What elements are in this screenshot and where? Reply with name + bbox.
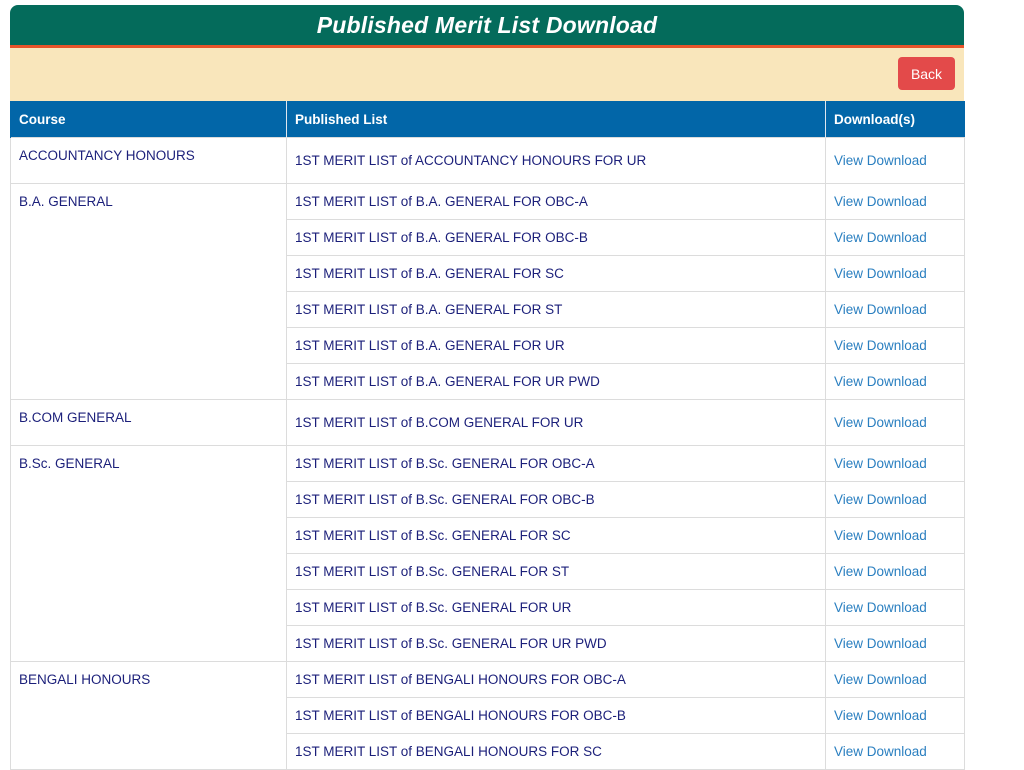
download-cell: View Download xyxy=(825,589,965,626)
column-header-published-list: Published List xyxy=(286,101,826,138)
download-cell: View Download xyxy=(825,327,965,364)
view-download-link[interactable]: View Download xyxy=(834,415,927,430)
table-header-row: Course Published List Download(s) xyxy=(10,101,965,138)
download-cell: View Download xyxy=(825,625,965,662)
download-cell: View Download xyxy=(825,661,965,698)
merit-list-table: Course Published List Download(s) ACCOUN… xyxy=(10,101,965,770)
view-download-link[interactable]: View Download xyxy=(834,672,927,687)
course-cell: B.Sc. GENERAL xyxy=(10,445,287,662)
table-body: ACCOUNTANCY HONOURS 1ST MERIT LIST of ACC… xyxy=(10,137,965,770)
view-download-link[interactable]: View Download xyxy=(834,708,927,723)
merit-list-panel: Published Merit List Download Back Cours… xyxy=(10,5,965,770)
published-list-cell: 1ST MERIT LIST of B.A. GENERAL FOR UR PW… xyxy=(286,363,826,400)
course-cell: B.A. GENERAL xyxy=(10,183,287,400)
download-cell: View Download xyxy=(825,363,965,400)
view-download-link[interactable]: View Download xyxy=(834,302,927,317)
table-row: BENGALI HONOURS 1ST MERIT LIST of BENGALI… xyxy=(10,661,965,770)
download-cell: View Download xyxy=(825,137,965,184)
action-bar: Back xyxy=(10,48,964,101)
published-list-cell: 1ST MERIT LIST of BENGALI HONOURS FOR SC xyxy=(286,733,826,770)
column-header-downloads: Download(s) xyxy=(825,101,965,138)
published-list-cell: 1ST MERIT LIST of BENGALI HONOURS FOR OB… xyxy=(286,697,826,734)
published-list-cell: 1ST MERIT LIST of B.COM GENERAL FOR UR xyxy=(286,399,826,446)
download-cell: View Download xyxy=(825,255,965,292)
view-download-link[interactable]: View Download xyxy=(834,153,927,168)
view-download-link[interactable]: View Download xyxy=(834,194,927,209)
published-list-cell: 1ST MERIT LIST of B.A. GENERAL FOR OBC-B xyxy=(286,219,826,256)
view-download-link[interactable]: View Download xyxy=(834,456,927,471)
page-title: Published Merit List Download xyxy=(316,11,658,38)
view-download-link[interactable]: View Download xyxy=(834,374,927,389)
view-download-link[interactable]: View Download xyxy=(834,528,927,543)
published-list-cell: 1ST MERIT LIST of B.Sc. GENERAL FOR OBC-… xyxy=(286,445,826,482)
download-cell: View Download xyxy=(825,291,965,328)
published-list-cell: 1ST MERIT LIST of ACCOUNTANCY HONOURS FO… xyxy=(286,137,826,184)
published-list-cell: 1ST MERIT LIST of BENGALI HONOURS FOR OB… xyxy=(286,661,826,698)
view-download-link[interactable]: View Download xyxy=(834,266,927,281)
view-download-link[interactable]: View Download xyxy=(834,636,927,651)
published-list-cell: 1ST MERIT LIST of B.Sc. GENERAL FOR UR xyxy=(286,589,826,626)
table-row: B.Sc. GENERAL 1ST MERIT LIST of B.Sc. GEN… xyxy=(10,445,965,662)
published-list-cell: 1ST MERIT LIST of B.Sc. GENERAL FOR SC xyxy=(286,517,826,554)
table-row: B.A. GENERAL 1ST MERIT LIST of B.A. GENER… xyxy=(10,183,965,400)
download-cell: View Download xyxy=(825,517,965,554)
table-row: B.COM GENERAL 1ST MERIT LIST of B.COM GEN… xyxy=(10,399,965,446)
published-list-cell: 1ST MERIT LIST of B.Sc. GENERAL FOR OBC-… xyxy=(286,481,826,518)
course-cell: ACCOUNTANCY HONOURS xyxy=(10,137,287,184)
table-row: ACCOUNTANCY HONOURS 1ST MERIT LIST of ACC… xyxy=(10,137,965,184)
course-cell: B.COM GENERAL xyxy=(10,399,287,446)
download-cell: View Download xyxy=(825,733,965,770)
download-cell: View Download xyxy=(825,183,965,220)
published-list-cell: 1ST MERIT LIST of B.A. GENERAL FOR ST xyxy=(286,291,826,328)
published-list-cell: 1ST MERIT LIST of B.A. GENERAL FOR UR xyxy=(286,327,826,364)
course-cell: BENGALI HONOURS xyxy=(10,661,287,770)
download-cell: View Download xyxy=(825,553,965,590)
view-download-link[interactable]: View Download xyxy=(834,230,927,245)
view-download-link[interactable]: View Download xyxy=(834,600,927,615)
view-download-link[interactable]: View Download xyxy=(834,338,927,353)
download-cell: View Download xyxy=(825,399,965,446)
back-button[interactable]: Back xyxy=(898,57,955,90)
published-list-cell: 1ST MERIT LIST of B.A. GENERAL FOR SC xyxy=(286,255,826,292)
download-cell: View Download xyxy=(825,697,965,734)
download-cell: View Download xyxy=(825,219,965,256)
title-bar: Published Merit List Download xyxy=(10,5,964,48)
view-download-link[interactable]: View Download xyxy=(834,564,927,579)
column-header-course: Course xyxy=(10,101,287,138)
view-download-link[interactable]: View Download xyxy=(834,492,927,507)
download-cell: View Download xyxy=(825,445,965,482)
view-download-link[interactable]: View Download xyxy=(834,744,927,759)
published-list-cell: 1ST MERIT LIST of B.Sc. GENERAL FOR ST xyxy=(286,553,826,590)
download-cell: View Download xyxy=(825,481,965,518)
published-list-cell: 1ST MERIT LIST of B.A. GENERAL FOR OBC-A xyxy=(286,183,826,220)
published-list-cell: 1ST MERIT LIST of B.Sc. GENERAL FOR UR P… xyxy=(286,625,826,662)
